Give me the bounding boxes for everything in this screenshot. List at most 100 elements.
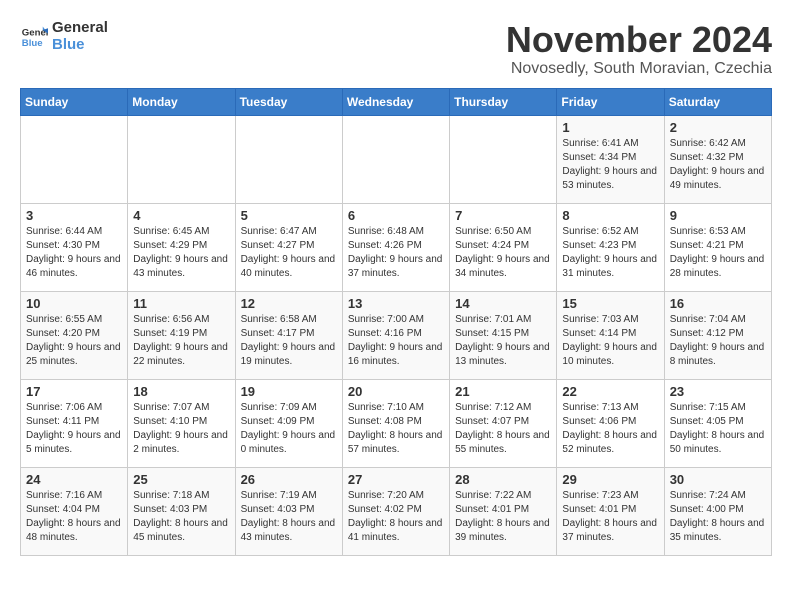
day-number: 14 (455, 296, 551, 311)
header-day-tuesday: Tuesday (235, 88, 342, 115)
day-info: Sunrise: 7:23 AM Sunset: 4:01 PM Dayligh… (562, 489, 658, 545)
calendar-cell: 22 Sunrise: 7:13 AM Sunset: 4:06 PM Dayli… (557, 379, 664, 467)
calendar-cell (128, 115, 235, 203)
calendar-cell: 25 Sunrise: 7:18 AM Sunset: 4:03 PM Dayli… (128, 467, 235, 555)
day-number: 19 (241, 384, 337, 399)
day-info: Sunrise: 7:07 AM Sunset: 4:10 PM Dayligh… (133, 401, 229, 457)
calendar-cell: 14 Sunrise: 7:01 AM Sunset: 4:15 PM Dayli… (450, 291, 557, 379)
day-number: 3 (26, 208, 122, 223)
header: General Blue General Blue November 2024 … (20, 20, 772, 78)
calendar-cell: 15Sunrise: 7:03 AM Sunset: 4:14 PM Dayli… (557, 291, 664, 379)
day-info: Sunrise: 6:56 AM Sunset: 4:19 PM Dayligh… (133, 313, 229, 369)
day-info: Sunrise: 6:55 AM Sunset: 4:20 PM Dayligh… (26, 313, 122, 369)
header-day-monday: Monday (128, 88, 235, 115)
day-info: Sunrise: 6:45 AM Sunset: 4:29 PM Dayligh… (133, 225, 229, 281)
calendar-cell: 24 Sunrise: 7:16 AM Sunset: 4:04 PM Dayli… (21, 467, 128, 555)
calendar-cell: 9 Sunrise: 6:53 AM Sunset: 4:21 PM Daylig… (664, 203, 771, 291)
logo: General Blue General Blue (20, 20, 108, 53)
day-info: Sunrise: 6:42 AM Sunset: 4:32 PM Dayligh… (670, 137, 766, 193)
calendar-cell: 1 Sunrise: 6:41 AM Sunset: 4:34 PM Daylig… (557, 115, 664, 203)
day-number: 28 (455, 472, 551, 487)
calendar-cell: 18Sunrise: 7:07 AM Sunset: 4:10 PM Dayli… (128, 379, 235, 467)
day-info: Sunrise: 7:04 AM Sunset: 4:12 PM Dayligh… (670, 313, 766, 369)
calendar-cell (21, 115, 128, 203)
calendar-cell: 2 Sunrise: 6:42 AM Sunset: 4:32 PM Daylig… (664, 115, 771, 203)
day-number: 5 (241, 208, 337, 223)
day-number: 26 (241, 472, 337, 487)
day-number: 25 (133, 472, 229, 487)
calendar-cell: 7 Sunrise: 6:50 AM Sunset: 4:24 PM Daylig… (450, 203, 557, 291)
month-title: November 2024 (506, 20, 772, 60)
calendar-week-1: 1 Sunrise: 6:41 AM Sunset: 4:34 PM Daylig… (21, 115, 772, 203)
calendar-cell (342, 115, 449, 203)
day-number: 29 (562, 472, 658, 487)
day-info: Sunrise: 7:10 AM Sunset: 4:08 PM Dayligh… (348, 401, 444, 457)
calendar-week-5: 24 Sunrise: 7:16 AM Sunset: 4:04 PM Dayli… (21, 467, 772, 555)
day-info: Sunrise: 7:20 AM Sunset: 4:02 PM Dayligh… (348, 489, 444, 545)
day-info: Sunrise: 6:41 AM Sunset: 4:34 PM Dayligh… (562, 137, 658, 193)
day-number: 20 (348, 384, 444, 399)
day-info: Sunrise: 6:48 AM Sunset: 4:26 PM Dayligh… (348, 225, 444, 281)
header-day-thursday: Thursday (450, 88, 557, 115)
day-info: Sunrise: 7:01 AM Sunset: 4:15 PM Dayligh… (455, 313, 551, 369)
day-number: 21 (455, 384, 551, 399)
calendar-cell: 4 Sunrise: 6:45 AM Sunset: 4:29 PM Daylig… (128, 203, 235, 291)
day-number: 17 (26, 384, 122, 399)
calendar-cell: 11Sunrise: 6:56 AM Sunset: 4:19 PM Dayli… (128, 291, 235, 379)
day-number: 9 (670, 208, 766, 223)
logo-icon: General Blue (20, 23, 48, 51)
day-info: Sunrise: 6:50 AM Sunset: 4:24 PM Dayligh… (455, 225, 551, 281)
day-number: 1 (562, 120, 658, 135)
day-info: Sunrise: 7:06 AM Sunset: 4:11 PM Dayligh… (26, 401, 122, 457)
day-number: 4 (133, 208, 229, 223)
header-day-wednesday: Wednesday (342, 88, 449, 115)
day-number: 27 (348, 472, 444, 487)
day-info: Sunrise: 7:18 AM Sunset: 4:03 PM Dayligh… (133, 489, 229, 545)
day-number: 2 (670, 120, 766, 135)
calendar-header-row: SundayMondayTuesdayWednesdayThursdayFrid… (21, 88, 772, 115)
day-number: 7 (455, 208, 551, 223)
day-info: Sunrise: 7:03 AM Sunset: 4:14 PM Dayligh… (562, 313, 658, 369)
day-info: Sunrise: 7:19 AM Sunset: 4:03 PM Dayligh… (241, 489, 337, 545)
day-number: 8 (562, 208, 658, 223)
day-number: 24 (26, 472, 122, 487)
day-info: Sunrise: 6:47 AM Sunset: 4:27 PM Dayligh… (241, 225, 337, 281)
day-info: Sunrise: 6:52 AM Sunset: 4:23 PM Dayligh… (562, 225, 658, 281)
calendar-cell: 12 Sunrise: 6:58 AM Sunset: 4:17 PM Dayli… (235, 291, 342, 379)
calendar-week-3: 10 Sunrise: 6:55 AM Sunset: 4:20 PM Dayli… (21, 291, 772, 379)
header-day-sunday: Sunday (21, 88, 128, 115)
header-day-friday: Friday (557, 88, 664, 115)
day-info: Sunrise: 7:24 AM Sunset: 4:00 PM Dayligh… (670, 489, 766, 545)
day-info: Sunrise: 6:53 AM Sunset: 4:21 PM Dayligh… (670, 225, 766, 281)
day-number: 10 (26, 296, 122, 311)
day-number: 30 (670, 472, 766, 487)
calendar-cell: 13 Sunrise: 7:00 AM Sunset: 4:16 PM Dayli… (342, 291, 449, 379)
calendar-week-4: 17 Sunrise: 7:06 AM Sunset: 4:11 PM Dayli… (21, 379, 772, 467)
logo-general: General (52, 20, 108, 37)
calendar-cell: 6 Sunrise: 6:48 AM Sunset: 4:26 PM Daylig… (342, 203, 449, 291)
day-info: Sunrise: 7:16 AM Sunset: 4:04 PM Dayligh… (26, 489, 122, 545)
day-info: Sunrise: 7:15 AM Sunset: 4:05 PM Dayligh… (670, 401, 766, 457)
calendar-cell: 17 Sunrise: 7:06 AM Sunset: 4:11 PM Dayli… (21, 379, 128, 467)
calendar-cell (235, 115, 342, 203)
title-area: November 2024 Novosedly, South Moravian,… (506, 20, 772, 78)
calendar-cell: 23Sunrise: 7:15 AM Sunset: 4:05 PM Dayli… (664, 379, 771, 467)
day-number: 22 (562, 384, 658, 399)
calendar-cell: 8 Sunrise: 6:52 AM Sunset: 4:23 PM Daylig… (557, 203, 664, 291)
day-info: Sunrise: 7:13 AM Sunset: 4:06 PM Dayligh… (562, 401, 658, 457)
calendar-cell: 5 Sunrise: 6:47 AM Sunset: 4:27 PM Daylig… (235, 203, 342, 291)
day-number: 12 (241, 296, 337, 311)
calendar-table: SundayMondayTuesdayWednesdayThursdayFrid… (20, 88, 772, 556)
calendar-cell: 16Sunrise: 7:04 AM Sunset: 4:12 PM Dayli… (664, 291, 771, 379)
day-info: Sunrise: 7:12 AM Sunset: 4:07 PM Dayligh… (455, 401, 551, 457)
svg-text:Blue: Blue (22, 37, 43, 48)
day-info: Sunrise: 6:44 AM Sunset: 4:30 PM Dayligh… (26, 225, 122, 281)
day-number: 6 (348, 208, 444, 223)
calendar-body: 1 Sunrise: 6:41 AM Sunset: 4:34 PM Daylig… (21, 115, 772, 555)
day-info: Sunrise: 6:58 AM Sunset: 4:17 PM Dayligh… (241, 313, 337, 369)
day-number: 13 (348, 296, 444, 311)
calendar-cell (450, 115, 557, 203)
day-info: Sunrise: 7:00 AM Sunset: 4:16 PM Dayligh… (348, 313, 444, 369)
location: Novosedly, South Moravian, Czechia (506, 60, 772, 78)
calendar-cell: 3 Sunrise: 6:44 AM Sunset: 4:30 PM Daylig… (21, 203, 128, 291)
